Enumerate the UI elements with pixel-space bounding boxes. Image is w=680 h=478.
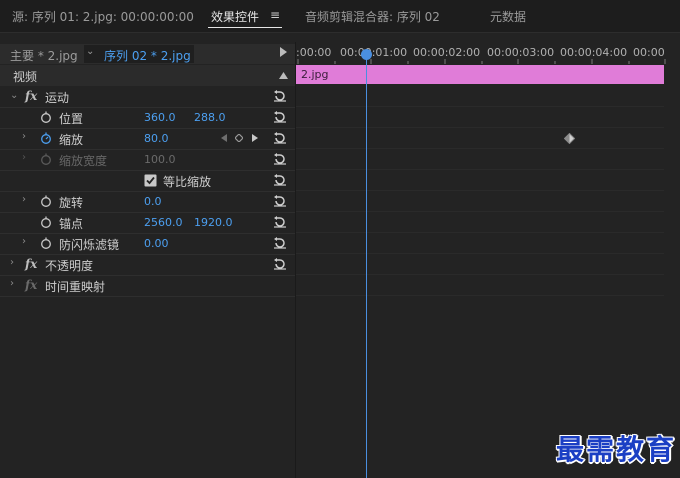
rotation-value[interactable]: 0.0	[144, 195, 162, 208]
collapse-up-icon[interactable]	[279, 72, 288, 79]
reset-icon[interactable]	[273, 258, 287, 270]
stopwatch-icon[interactable]	[40, 216, 52, 228]
property-row-position: 位置 360.0 288.0	[0, 107, 295, 129]
ruler-tick-label: :00:00	[296, 46, 332, 59]
anchor-y-value[interactable]: 1920.0	[194, 216, 233, 229]
reset-icon[interactable]	[273, 216, 287, 228]
ruler-tick-label: 00:00:02:00	[413, 46, 481, 59]
video-section-header: 视频	[0, 65, 295, 86]
clip-bar[interactable]	[296, 65, 664, 84]
chevron-right-icon[interactable]: ›	[22, 194, 26, 205]
anchor-x-value[interactable]: 2560.0	[144, 216, 183, 229]
position-y-value[interactable]: 288.0	[194, 111, 226, 124]
tab-metadata[interactable]: 元数据	[490, 8, 526, 25]
prev-keyframe-icon[interactable]	[221, 134, 227, 142]
timeline-row-divider	[296, 127, 664, 128]
scale-value[interactable]: 80.0	[144, 132, 169, 145]
effect-row-motion[interactable]: ⌄ fx 运动	[0, 86, 295, 108]
playhead-handle[interactable]	[361, 49, 372, 60]
watermark-logo: 最需教育	[556, 433, 677, 466]
stopwatch-icon[interactable]	[40, 237, 52, 249]
position-x-value[interactable]: 360.0	[144, 111, 176, 124]
property-label-position: 位置	[59, 112, 84, 126]
uniform-scale-checkbox[interactable]	[144, 174, 157, 187]
chevron-right-icon[interactable]: ›	[22, 131, 26, 142]
property-label-anchor: 锚点	[59, 217, 84, 231]
timeline-row-divider	[296, 169, 664, 170]
timeline-row-divider	[296, 211, 664, 212]
timeline-row-divider	[296, 253, 664, 254]
property-label-scale: 缩放	[59, 133, 84, 147]
reset-icon[interactable]	[273, 132, 287, 144]
stopwatch-active-icon[interactable]	[40, 132, 52, 144]
panel-divider[interactable]	[295, 42, 296, 478]
effect-name-time-remap: 时间重映射	[45, 280, 106, 294]
panel-tab-bar: 源: 序列 01: 2.jpg: 00:00:00:00 效果控件 ≡ 音频剪辑…	[0, 0, 680, 33]
chevron-down-icon: ⌄	[86, 46, 95, 57]
stopwatch-icon[interactable]	[40, 195, 52, 207]
effect-row-time-remap[interactable]: › fx 时间重映射	[0, 275, 295, 297]
tab-audio-clip-mixer[interactable]: 音频剪辑混合器: 序列 02	[305, 8, 440, 25]
add-keyframe-icon[interactable]	[235, 134, 243, 142]
fx-icon[interactable]: fx	[25, 257, 37, 271]
video-section-label: 视频	[13, 70, 38, 84]
next-keyframe-icon[interactable]	[252, 134, 258, 142]
reset-icon[interactable]	[273, 174, 287, 186]
timeline-row-divider	[296, 274, 664, 275]
fx-icon: fx	[25, 278, 38, 292]
ruler-tick-label: 00:00:01:00	[340, 46, 408, 59]
scale-width-value: 100.0	[144, 153, 176, 166]
reset-icon[interactable]	[273, 90, 287, 102]
clip-name: 2.jpg	[301, 68, 329, 81]
property-label-scale-width: 缩放宽度	[59, 154, 108, 168]
antiflicker-value[interactable]: 0.00	[144, 237, 169, 250]
property-row-scale: › 缩放 80.0	[0, 128, 295, 150]
reset-icon[interactable]	[273, 195, 287, 207]
active-tab-underline	[208, 27, 282, 28]
tab-effect-controls[interactable]: 效果控件	[211, 8, 259, 25]
collapse-timeline-icon[interactable]	[280, 47, 288, 57]
chevron-down-icon[interactable]: ⌄	[10, 90, 18, 101]
property-row-anchor: 锚点 2560.0 1920.0	[0, 212, 295, 234]
timeline-row-divider	[296, 232, 664, 233]
chevron-right-icon: ›	[22, 152, 26, 163]
effect-name-opacity: 不透明度	[45, 259, 94, 273]
fx-icon[interactable]: fx	[25, 89, 37, 103]
chevron-right-icon[interactable]: ›	[10, 278, 14, 289]
effect-name-motion: 运动	[45, 91, 70, 105]
property-row-antiflicker: › 防闪烁滤镜 0.00	[0, 233, 295, 255]
timeline-row-divider	[296, 190, 664, 191]
clip-header: 主要 * 2.jpg ⌄ 序列 02 * 2.jpg	[0, 44, 295, 64]
sequence-clip-label: 序列 02 * 2.jpg	[104, 49, 191, 63]
property-row-rotation: › 旋转 0.0	[0, 191, 295, 213]
property-row-scale-width: › 缩放宽度 100.0	[0, 149, 295, 171]
uniform-scale-label: 等比缩放	[163, 175, 212, 189]
ruler-ticks	[297, 59, 666, 64]
chevron-right-icon[interactable]: ›	[10, 257, 14, 268]
ruler-tick-label: 00:00:04:00	[560, 46, 628, 59]
chevron-right-icon[interactable]: ›	[22, 236, 26, 247]
timeline-row-divider	[296, 295, 664, 296]
master-clip-tab[interactable]: 主要 * 2.jpg	[10, 47, 78, 64]
timeline-row-divider	[296, 148, 664, 149]
reset-icon[interactable]	[273, 153, 287, 165]
timeline-row-divider	[296, 106, 664, 107]
property-label-antiflicker: 防闪烁滤镜	[59, 238, 120, 252]
property-row-uniform-scale: 等比缩放	[0, 170, 295, 192]
stopwatch-icon[interactable]	[40, 111, 52, 123]
panel-menu-icon[interactable]: ≡	[270, 8, 280, 22]
stopwatch-icon	[41, 153, 51, 165]
playhead-line[interactable]	[366, 54, 367, 478]
reset-icon[interactable]	[273, 111, 287, 123]
ruler-tick-label: 00:00:03:00	[487, 46, 555, 59]
reset-icon[interactable]	[273, 237, 287, 249]
tab-source[interactable]: 源: 序列 01: 2.jpg: 00:00:00:00	[12, 8, 194, 25]
keyframe-diamond-icon[interactable]	[564, 133, 575, 144]
effect-row-opacity[interactable]: › fx 不透明度	[0, 254, 295, 276]
sequence-clip-tab[interactable]: ⌄ 序列 02 * 2.jpg	[84, 45, 194, 63]
ruler-tick-label: 00:00	[633, 46, 665, 59]
property-label-rotation: 旋转	[59, 196, 84, 210]
